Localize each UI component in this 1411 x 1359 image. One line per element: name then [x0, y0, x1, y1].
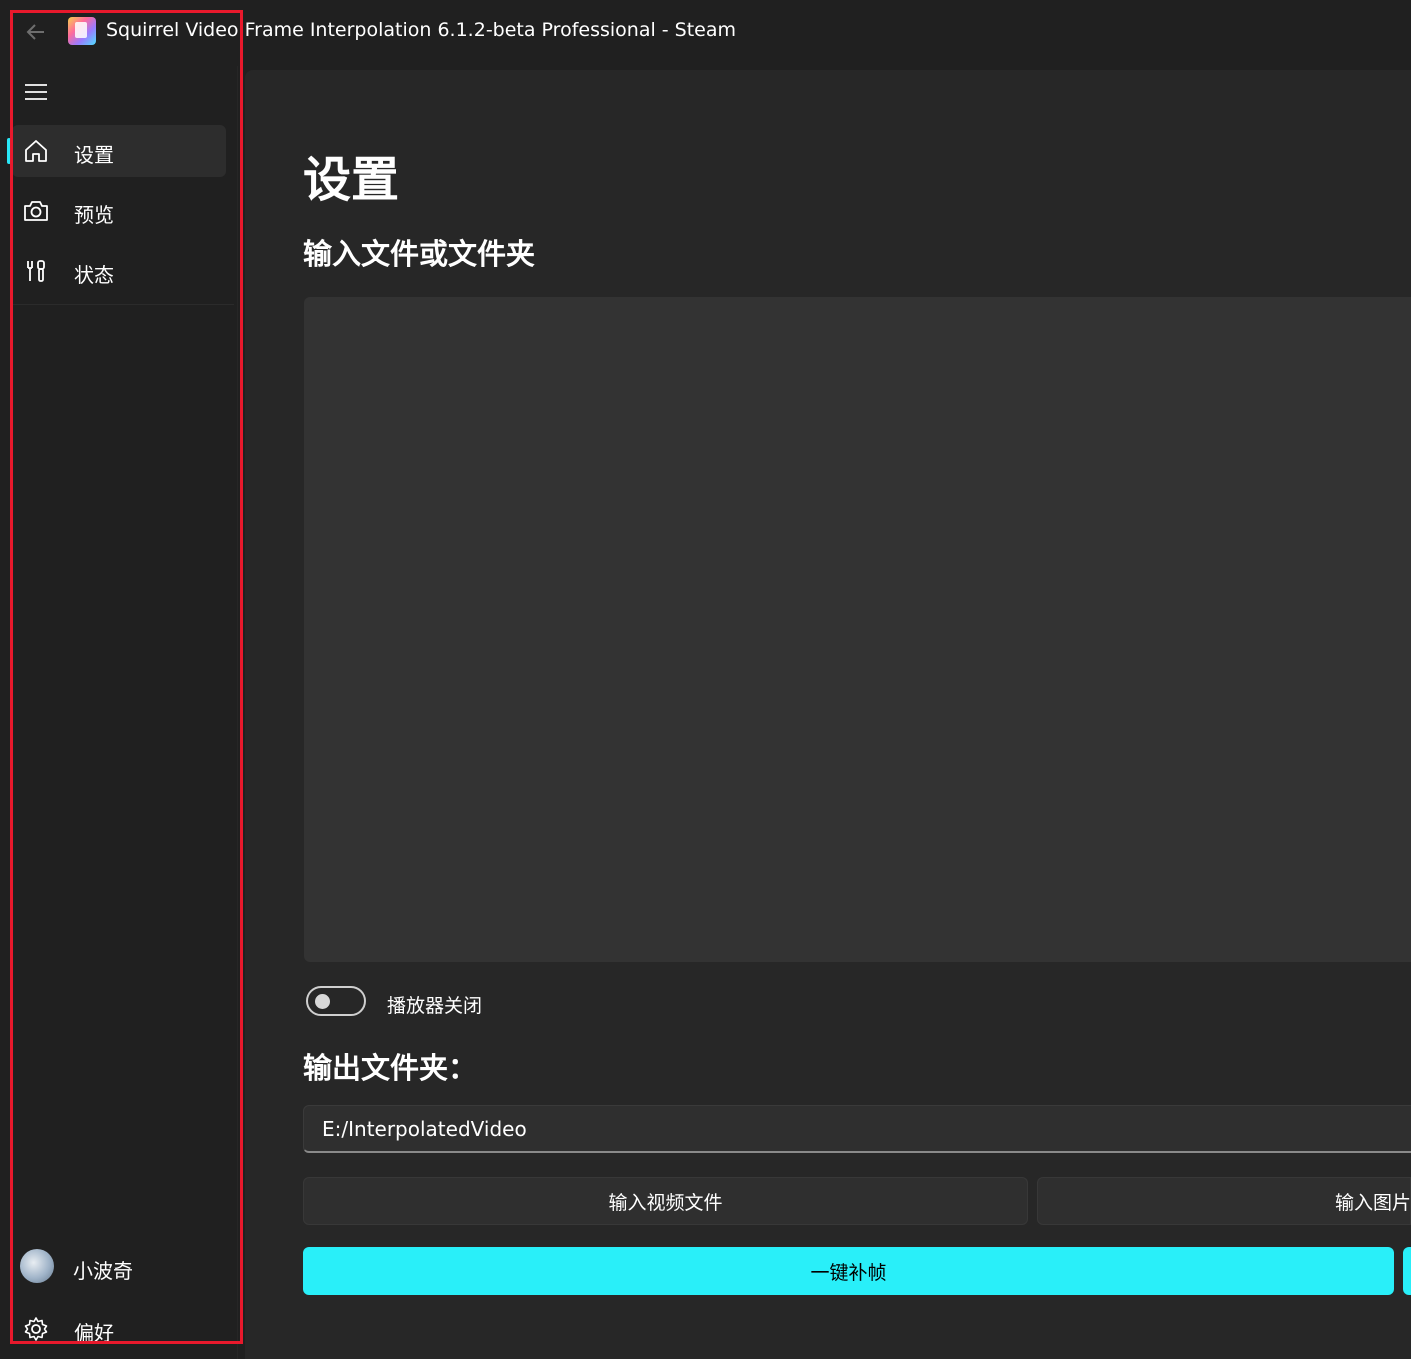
input-image-button[interactable]: 输入图片 — [1037, 1177, 1411, 1225]
main-panel: 设置 输入文件或文件夹 播放器关闭 输出文件夹： 输入视频文件 输入图片 一键补… — [245, 70, 1411, 1359]
menu-toggle-button[interactable] — [22, 78, 50, 106]
back-button[interactable] — [22, 18, 50, 46]
input-video-button[interactable]: 输入视频文件 — [303, 1177, 1028, 1225]
sidebar-item-settings[interactable]: 设置 — [7, 125, 226, 177]
app-logo-icon — [68, 17, 96, 45]
one-click-interpolate-button[interactable]: 一键补帧 — [303, 1247, 1394, 1295]
sidebar-item-label: 状态 — [74, 263, 114, 287]
active-indicator — [7, 138, 11, 164]
sidebar: 设置 预览 状态 小波奇 偏好 — [0, 66, 238, 1359]
input-image-button-label: 输入图片 — [1335, 1191, 1411, 1214]
one-click-interpolate-label: 一键补帧 — [810, 1261, 887, 1284]
user-name[interactable]: 小波奇 — [73, 1255, 133, 1284]
window-title: Squirrel Video Frame Interpolation 6.1.2… — [106, 19, 737, 41]
gear-icon — [24, 1317, 48, 1341]
sidebar-item-label: 预览 — [74, 203, 114, 227]
sidebar-divider — [12, 304, 234, 305]
player-toggle-label: 播放器关闭 — [387, 995, 483, 1017]
output-folder-input[interactable] — [303, 1105, 1411, 1153]
home-icon — [25, 140, 47, 162]
avatar[interactable] — [20, 1249, 54, 1283]
output-section-label: 输出文件夹： — [303, 1051, 478, 1085]
file-drop-area[interactable] — [304, 297, 1411, 962]
tools-icon — [27, 260, 45, 282]
toggle-knob — [315, 994, 330, 1009]
sidebar-item-label: 设置 — [74, 143, 114, 167]
camera-icon — [24, 201, 48, 221]
hamburger-icon — [25, 84, 47, 100]
secondary-action-button[interactable] — [1403, 1247, 1411, 1295]
sidebar-item-label: 偏好 — [74, 1321, 114, 1345]
sidebar-item-preview[interactable]: 预览 — [12, 185, 226, 237]
page-title: 设置 — [303, 152, 400, 208]
arrow-left-icon — [26, 24, 44, 40]
sidebar-item-preferences[interactable]: 偏好 — [12, 1309, 226, 1353]
input-video-button-label: 输入视频文件 — [608, 1191, 723, 1214]
title-bar: Squirrel Video Frame Interpolation 6.1.2… — [0, 0, 1411, 66]
input-section-label: 输入文件或文件夹 — [303, 237, 536, 271]
sidebar-item-status[interactable]: 状态 — [12, 245, 226, 297]
player-toggle[interactable] — [306, 986, 366, 1016]
